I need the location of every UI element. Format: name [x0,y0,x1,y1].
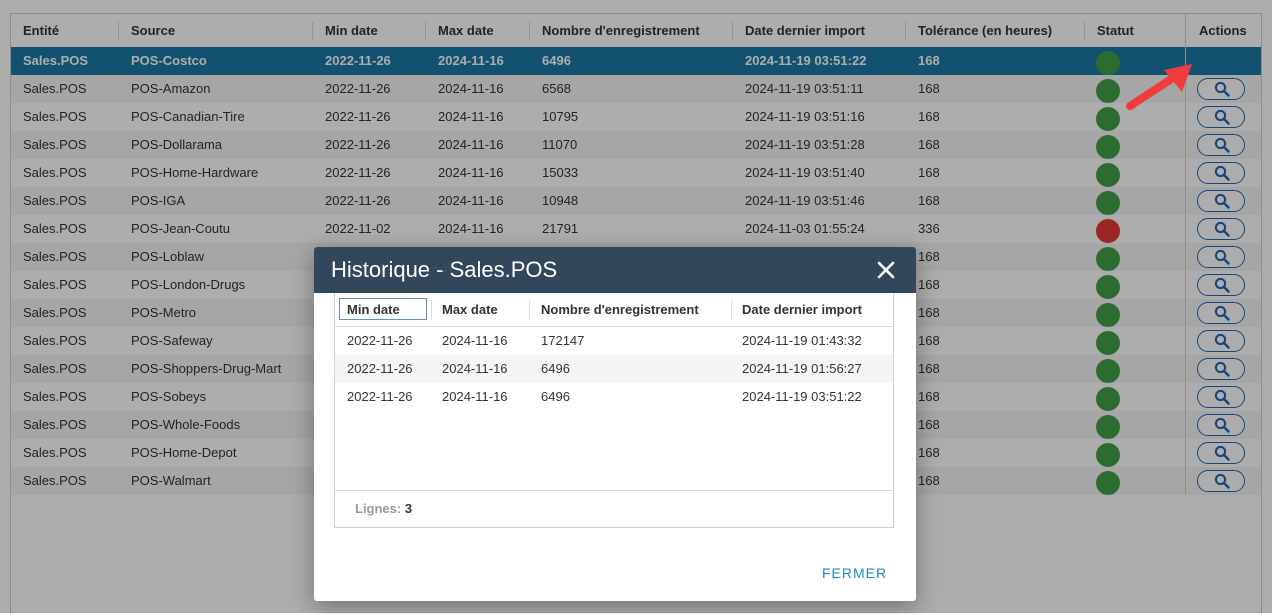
history-col-count[interactable]: Nombre d'enregistrement [541,293,699,326]
history-cell-min-date: 2022-11-26 [347,389,413,404]
close-icon[interactable] [876,260,896,280]
history-cell-last-import: 2024-11-19 03:51:22 [742,389,862,404]
history-cell-max-date: 2024-11-16 [442,333,508,348]
history-cell-count: 6496 [541,389,570,404]
close-dialog-button[interactable]: FERMER [822,565,887,581]
arrow-pointer-icon [1126,64,1192,110]
history-col-min-date[interactable]: Min date [347,293,400,326]
history-row[interactable]: 2022-11-26 2024-11-16 6496 2024-11-19 01:56… [335,355,893,383]
dialog-header: Historique - Sales.POS [314,247,916,293]
history-grid-footer: Lignes: 3 [335,490,893,528]
history-col-max-date[interactable]: Max date [442,293,498,326]
history-dialog: Historique - Sales.POS Min date Max date… [314,247,916,601]
history-cell-last-import: 2024-11-19 01:43:32 [742,333,862,348]
history-col-last-import[interactable]: Date dernier import [742,293,862,326]
history-row[interactable]: 2022-11-26 2024-11-16 6496 2024-11-19 03:51… [335,383,893,411]
history-cell-max-date: 2024-11-16 [442,361,508,376]
dialog-title: Historique - Sales.POS [331,257,558,282]
history-grid: Min date Max date Nombre d'enregistremen… [334,293,894,528]
history-cell-max-date: 2024-11-16 [442,389,508,404]
history-cell-count: 172147 [541,333,585,348]
history-grid-header: Min date Max date Nombre d'enregistremen… [335,293,893,327]
row-count-label: Lignes: 3 [355,501,413,516]
history-cell-last-import: 2024-11-19 01:56:27 [742,361,862,376]
history-row[interactable]: 2022-11-26 2024-11-16 172147 2024-11-19 01:… [335,327,893,355]
row-count-value: 3 [404,501,413,516]
history-cell-min-date: 2022-11-26 [347,333,413,348]
history-cell-count: 6496 [541,361,570,376]
history-cell-min-date: 2022-11-26 [347,361,413,376]
